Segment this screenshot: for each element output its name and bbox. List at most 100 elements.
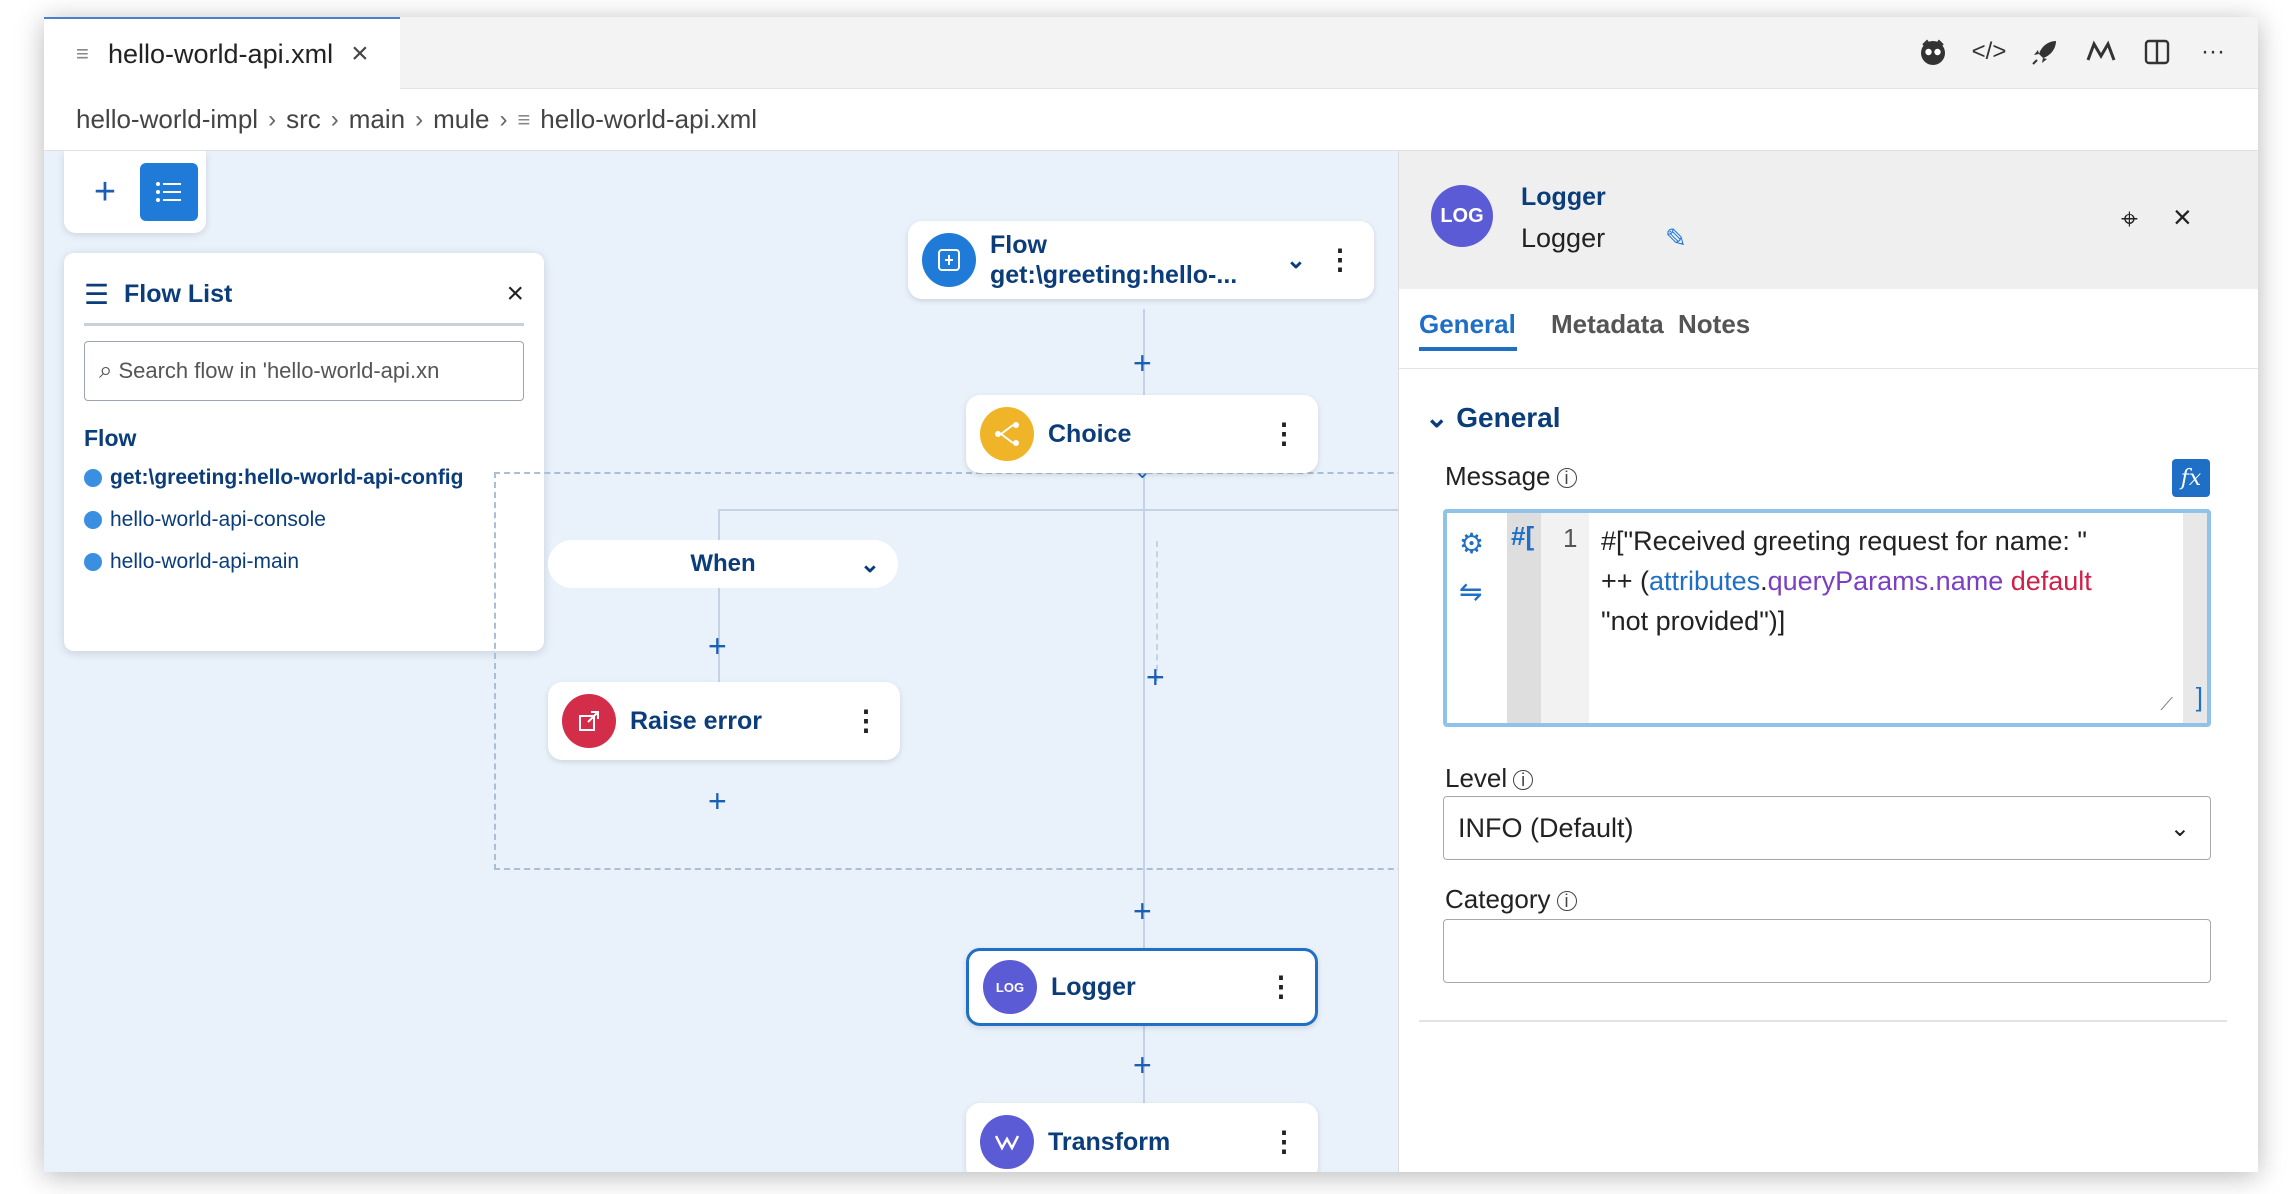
more-options-icon[interactable]: ⋮ <box>1267 973 1295 1001</box>
chevron-right-icon: › <box>268 105 277 133</box>
category-label-text: Category <box>1445 884 1551 914</box>
transform-icon <box>980 1115 1034 1169</box>
choice-label: Choice <box>1048 419 1132 448</box>
when-connector <box>718 511 720 543</box>
flow-search-input[interactable]: ⌕ Search flow in 'hello-world-api.xn <box>84 341 524 401</box>
level-select[interactable]: INFO (Default) ⌄ <box>1443 796 2211 860</box>
code-icon[interactable]: </> <box>1972 35 2007 69</box>
flow-item-label: hello-world-api-console <box>110 508 326 531</box>
when-branch-pill[interactable]: When ⌄ <box>548 540 898 588</box>
breadcrumb-item[interactable]: mule <box>433 104 489 135</box>
flow-dot-icon <box>84 511 102 529</box>
more-options-icon[interactable]: ⋮ <box>1326 246 1354 274</box>
flow-node[interactable]: Flow get:\greeting:hello-... ⌄ ⋮ <box>908 221 1374 299</box>
flow-list-toggle-button[interactable] <box>140 163 198 221</box>
add-step-button[interactable]: + <box>708 630 727 662</box>
level-label-text: Level <box>1445 763 1508 793</box>
edit-icon[interactable]: ✎ <box>1665 223 1687 254</box>
chevron-down-icon: ⌄ <box>2169 814 2190 842</box>
close-icon[interactable]: × <box>506 277 524 311</box>
logger-icon: LOG <box>1431 185 1493 247</box>
chevron-right-icon: › <box>499 105 508 133</box>
code-line: ++ (attributes.queryParams.name default <box>1601 561 2171 601</box>
panel-tabs <box>1399 289 2258 369</box>
code-line: "not provided")] <box>1601 606 1786 636</box>
breadcrumb-item[interactable]: hello-world-api.xml <box>540 104 757 135</box>
tab-hello-world-api[interactable]: ≡ hello-world-api.xml × <box>44 17 400 89</box>
mapping-icon[interactable]: ⇋ <box>1459 575 1482 608</box>
message-expression-editor[interactable]: ⚙ ⇋ #[ 1 #["Received greeting request fo… <box>1443 509 2211 727</box>
breadcrumb-item[interactable]: hello-world-impl <box>76 104 258 135</box>
logger-node[interactable]: LOG Logger ⋮ <box>966 948 1318 1026</box>
breadcrumb-item[interactable]: src <box>286 104 321 135</box>
fx-toggle-button[interactable]: fx <box>2172 459 2210 497</box>
mule-icon[interactable] <box>2084 35 2118 69</box>
breadcrumb: hello-world-impl › src › main › mule › ≡… <box>44 89 2258 151</box>
line-number: 1 <box>1563 523 1578 553</box>
flow-list-item[interactable]: get:\greeting:hello-world-api-config <box>84 466 463 490</box>
choice-scope <box>494 472 1398 870</box>
search-placeholder: Search flow in 'hello-world-api.xn <box>118 358 440 383</box>
logger-label: Logger <box>1051 972 1136 1001</box>
code-operator: ++ ( <box>1601 566 1650 596</box>
locate-icon[interactable]: ⌖ <box>2121 203 2138 237</box>
add-step-button[interactable]: + <box>1146 661 1165 693</box>
flow-list-panel: ☰ Flow List × ⌕ Search flow in 'hello-wo… <box>64 253 544 651</box>
more-options-icon[interactable]: ⋮ <box>1270 1128 1298 1156</box>
close-tab-icon[interactable]: × <box>351 37 369 71</box>
rocket-icon[interactable] <box>2028 35 2062 69</box>
divider <box>84 323 524 326</box>
search-icon: ⌕ <box>99 357 113 384</box>
flow-category-label: Flow <box>84 425 137 451</box>
flow-canvas[interactable]: + ☰ Flow List × ⌕ Search flow in 'hello-… <box>44 151 1398 1172</box>
add-step-button[interactable]: + <box>1133 1049 1152 1081</box>
section-title: General <box>1456 402 1561 433</box>
editor-gutter: #[ 1 <box>1507 513 1589 723</box>
add-step-button[interactable]: + <box>1133 347 1152 379</box>
add-step-button[interactable]: + <box>1133 895 1152 927</box>
choice-icon <box>980 407 1034 461</box>
copilot-icon[interactable] <box>1916 35 1950 69</box>
chevron-down-icon[interactable]: ⌄ <box>1134 459 1151 484</box>
raise-error-node[interactable]: Raise error ⋮ <box>548 682 900 760</box>
transform-node[interactable]: Transform ⋮ <box>966 1103 1318 1172</box>
message-label-text: Message <box>1445 461 1551 491</box>
close-icon[interactable]: × <box>2173 199 2192 236</box>
message-label: Message i <box>1445 461 1577 492</box>
resize-handle-icon[interactable]: ⟋ <box>2160 694 2173 715</box>
flow-list-item[interactable]: hello-world-api-console <box>84 508 326 532</box>
flow-dot-icon <box>84 553 102 571</box>
info-icon: i <box>1556 468 1577 489</box>
section-general-toggle[interactable]: ⌄ General <box>1425 401 1561 434</box>
active-tab-indicator <box>1419 347 1517 351</box>
more-icon[interactable]: ··· <box>2196 35 2230 69</box>
add-flow-button[interactable]: + <box>82 171 128 214</box>
info-icon: i <box>1556 891 1577 912</box>
chevron-down-icon[interactable]: ⌄ <box>1286 246 1306 275</box>
tab-metadata[interactable]: Metadata <box>1551 309 1664 340</box>
tab-bar: ≡ hello-world-api.xml × </> ··· <box>44 17 2258 89</box>
flow-name-label: get:\greeting:hello-... <box>990 261 1238 289</box>
split-editor-icon[interactable] <box>2140 35 2174 69</box>
flow-list-item[interactable]: hello-world-api-main <box>84 550 299 574</box>
ai-assist-icon[interactable]: ⚙ <box>1459 527 1484 560</box>
tab-title: hello-world-api.xml <box>108 38 334 69</box>
divider <box>1419 1020 2227 1022</box>
add-step-button[interactable]: + <box>708 785 727 817</box>
tab-general[interactable]: General <box>1419 309 1516 340</box>
file-lines-icon: ≡ <box>517 106 531 132</box>
code-property: queryParams.name <box>1767 566 2004 596</box>
ide-window: ≡ hello-world-api.xml × </> ··· hello-wo… <box>44 17 2258 1172</box>
tab-notes[interactable]: Notes <box>1678 309 1750 340</box>
breadcrumb-item[interactable]: main <box>349 104 405 135</box>
code-content[interactable]: #["Received greeting request for name: "… <box>1601 521 2171 641</box>
code-attr: attributes <box>1649 566 1761 596</box>
transform-label: Transform <box>1048 1127 1171 1156</box>
more-options-icon[interactable]: ⋮ <box>1270 420 1298 448</box>
chevron-down-icon: ⌄ <box>859 550 880 578</box>
info-icon: i <box>1513 770 1534 791</box>
more-options-icon[interactable]: ⋮ <box>852 707 880 735</box>
category-input[interactable] <box>1443 919 2211 983</box>
component-type: Logger <box>1521 183 1606 211</box>
canvas-toolbar: + <box>64 151 206 233</box>
